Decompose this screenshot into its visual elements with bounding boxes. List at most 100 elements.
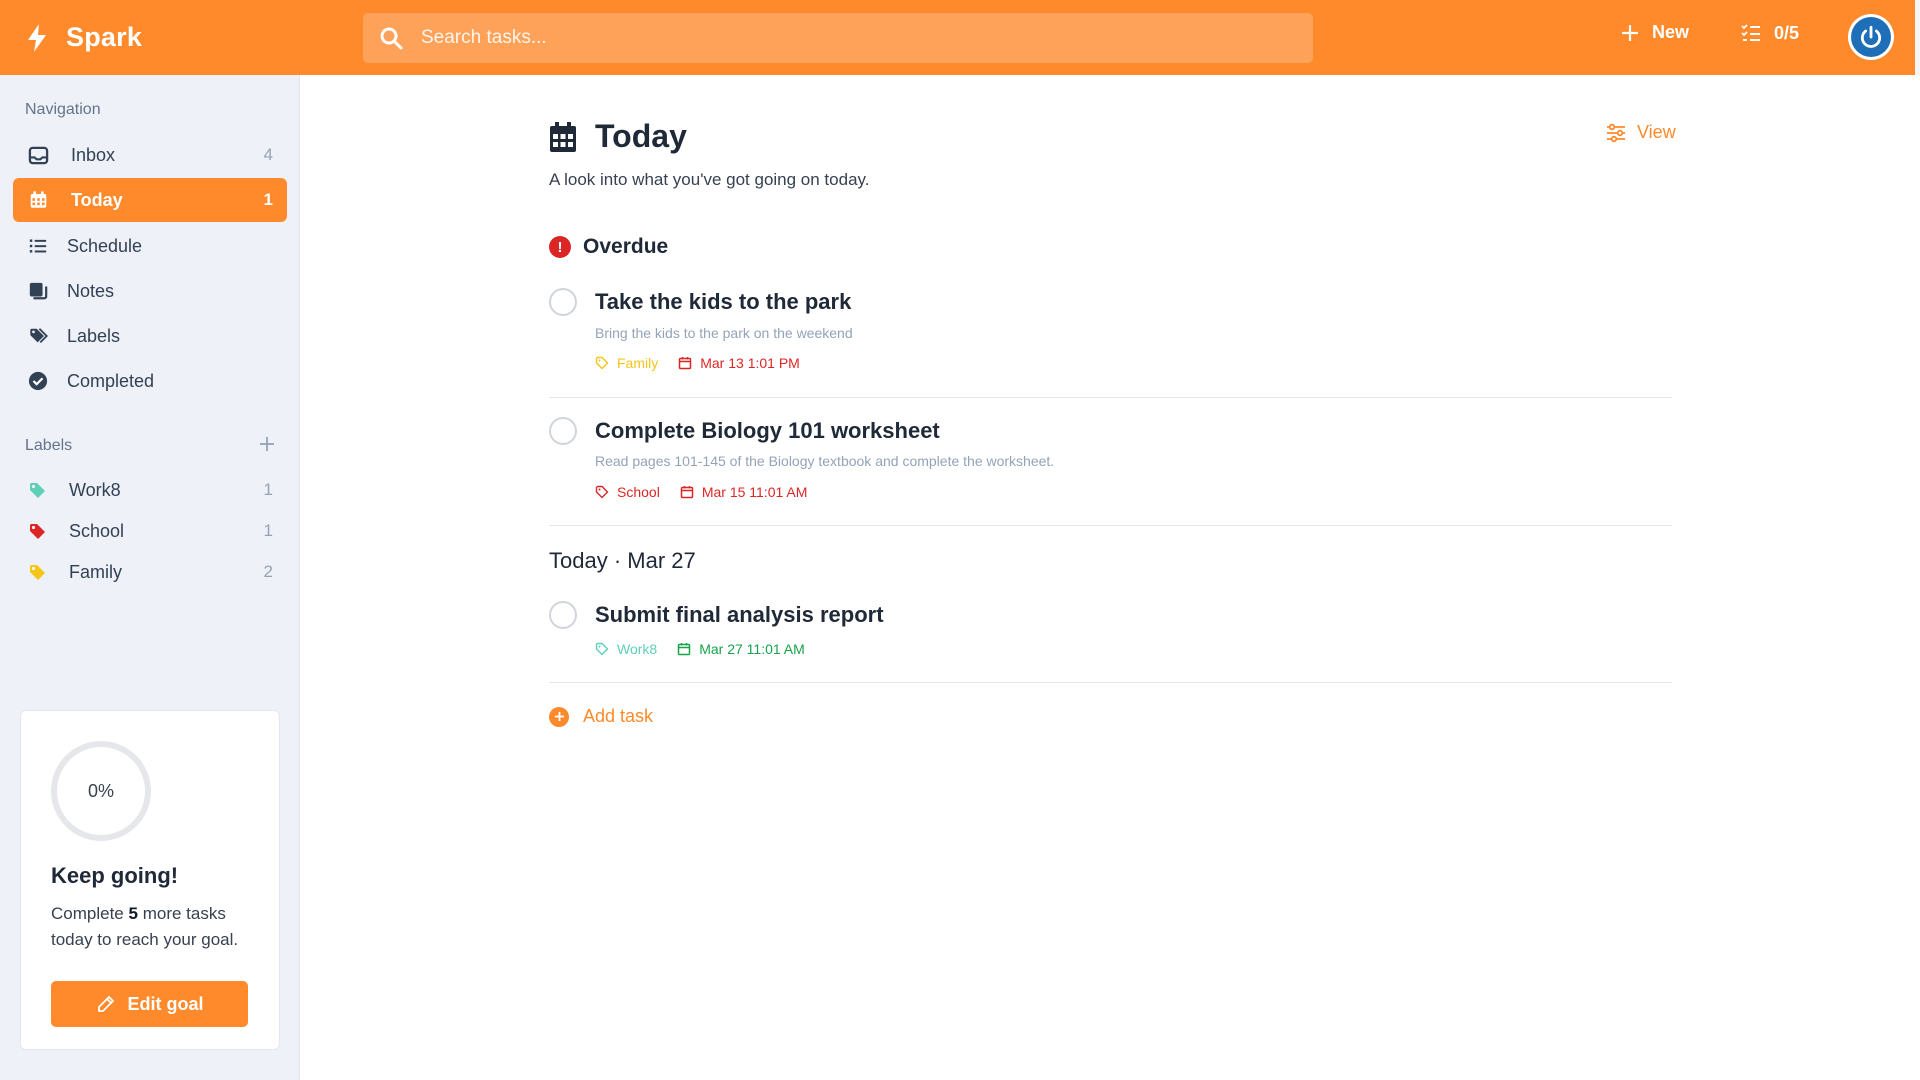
- sidebar-item-labels[interactable]: Labels: [13, 314, 287, 358]
- task-label-text: Family: [617, 355, 659, 371]
- sidebar-item-today[interactable]: Today 1: [13, 178, 287, 222]
- sidebar-item-inbox[interactable]: Inbox 4: [13, 133, 287, 177]
- app-name: Spark: [66, 22, 143, 52]
- label-count: 1: [263, 521, 273, 540]
- task-label-text: Work8: [617, 641, 658, 657]
- goal-text: Complete 5 more tasks today to reach you…: [51, 901, 261, 953]
- label-name: Family: [69, 561, 122, 582]
- goal-card: 0% Keep going! Complete 5 more tasks tod…: [20, 710, 280, 1050]
- navigation-title: Navigation: [25, 101, 101, 118]
- search-input[interactable]: [421, 27, 1281, 49]
- today-title: Today · Mar 27: [549, 548, 696, 573]
- label-item-family[interactable]: Family 2: [13, 554, 287, 590]
- task-item[interactable]: Complete Biology 101 worksheet Read page…: [549, 417, 1672, 526]
- task-description: Read pages 101-145 of the Biology textbo…: [595, 453, 1055, 469]
- page-title: Today: [595, 118, 687, 154]
- sidebar-item-count: 1: [263, 190, 273, 209]
- task-due-text: Mar 15 11:01 AM: [701, 484, 808, 500]
- labels-title: Labels: [25, 437, 73, 454]
- task-checkbox[interactable]: [549, 601, 577, 629]
- task-due-text: Mar 13 1:01 PM: [700, 355, 800, 371]
- progress-button[interactable]: 0/5: [1740, 22, 1799, 44]
- sidebar-item-notes[interactable]: Notes: [13, 269, 287, 313]
- goal-count: 5: [128, 904, 138, 923]
- new-label: New: [1652, 22, 1690, 42]
- brand[interactable]: Spark: [26, 0, 142, 75]
- calendar-icon: [27, 189, 49, 211]
- task-due: Mar 15 11:01 AM: [680, 484, 808, 500]
- tag-icon: [30, 565, 45, 580]
- sidebar-item-label: Completed: [67, 370, 155, 391]
- task-item[interactable]: Take the kids to the park Bring the kids…: [549, 288, 1672, 398]
- view-options-button[interactable]: View: [1605, 122, 1676, 143]
- label-item-school[interactable]: School 1: [13, 513, 287, 549]
- tag-icon: [30, 524, 45, 539]
- window-edge: [1915, 0, 1920, 75]
- avatar[interactable]: [1848, 14, 1894, 60]
- sidebar-item-label: Today: [71, 189, 123, 210]
- list-icon: [27, 235, 49, 257]
- task-meta: Work8 Mar 27 11:01 AM: [595, 641, 805, 657]
- task-label-text: School: [617, 484, 660, 500]
- task-title: Complete Biology 101 worksheet: [595, 418, 940, 443]
- goal-percent: 0%: [87, 780, 114, 801]
- alert-icon: !: [549, 236, 571, 258]
- tags-icon: [27, 325, 49, 347]
- tag-outline-icon: [595, 356, 609, 370]
- overdue-header: ! Overdue: [549, 235, 668, 259]
- task-description: Bring the kids to the park on the weeken…: [595, 325, 853, 341]
- sidebar: Navigation Inbox 4 Today 1 Schedule Note…: [0, 75, 300, 1080]
- add-task-button[interactable]: Add task: [549, 706, 653, 727]
- today-header: Today · Mar 27: [549, 548, 696, 574]
- sidebar-item-label: Notes: [67, 280, 115, 301]
- sliders-icon: [1607, 123, 1625, 142]
- search-bar[interactable]: [363, 13, 1313, 63]
- edit-goal-label: Edit goal: [127, 993, 204, 1014]
- sidebar-item-count: 4: [263, 145, 273, 164]
- calendar-outline-icon: [680, 486, 694, 499]
- plus-circle-icon: [549, 706, 569, 727]
- top-bar: Spark New 0/5: [0, 0, 1920, 75]
- bolt-icon: [28, 23, 46, 52]
- edit-goal-button[interactable]: Edit goal: [51, 981, 248, 1027]
- task-meta: School Mar 15 11:01 AM: [595, 484, 807, 500]
- inbox-icon: [27, 144, 49, 166]
- task-due-text: Mar 27 11:01 AM: [699, 641, 805, 657]
- page-header: Today: [549, 118, 687, 155]
- task-label[interactable]: Family: [595, 355, 658, 371]
- goal-progress-ring: 0%: [51, 741, 151, 841]
- goal-text-pre: Complete: [51, 904, 124, 923]
- sidebar-item-completed[interactable]: Completed: [13, 359, 287, 403]
- sidebar-item-label: Inbox: [71, 144, 116, 165]
- task-checkbox[interactable]: [549, 288, 577, 316]
- task-meta: Family Mar 13 1:01 PM: [595, 355, 800, 371]
- tag-icon: [30, 483, 45, 498]
- search-icon: [380, 27, 403, 50]
- task-label[interactable]: Work8: [595, 641, 657, 657]
- view-label: View: [1637, 122, 1676, 142]
- overdue-title: Overdue: [583, 235, 669, 258]
- calendar-outline-icon: [677, 643, 691, 656]
- task-label[interactable]: School: [595, 484, 660, 500]
- label-count: 1: [263, 480, 273, 499]
- check-circle-icon: [27, 370, 49, 392]
- tag-outline-icon: [595, 642, 609, 656]
- new-task-button[interactable]: New: [1620, 22, 1689, 43]
- task-title: Take the kids to the park: [595, 289, 852, 314]
- label-item-work8[interactable]: Work8 1: [13, 472, 287, 508]
- task-checkbox[interactable]: [549, 417, 577, 445]
- power-icon: [1851, 17, 1891, 57]
- sidebar-item-label: Labels: [67, 325, 121, 346]
- plus-icon: [1622, 24, 1638, 41]
- sidebar-item-schedule[interactable]: Schedule: [13, 224, 287, 268]
- checklist-icon: [1741, 24, 1760, 41]
- task-item[interactable]: Submit final analysis report Work8 Mar 2…: [549, 601, 1672, 683]
- add-label-icon[interactable]: [258, 435, 276, 453]
- add-task-label: Add task: [583, 706, 654, 726]
- pencil-icon: [97, 996, 114, 1012]
- progress-count: 0/5: [1774, 22, 1800, 43]
- tag-outline-icon: [595, 485, 609, 499]
- sidebar-item-label: Schedule: [67, 235, 143, 256]
- task-title: Submit final analysis report: [595, 602, 884, 627]
- goal-title: Keep going!: [51, 863, 179, 888]
